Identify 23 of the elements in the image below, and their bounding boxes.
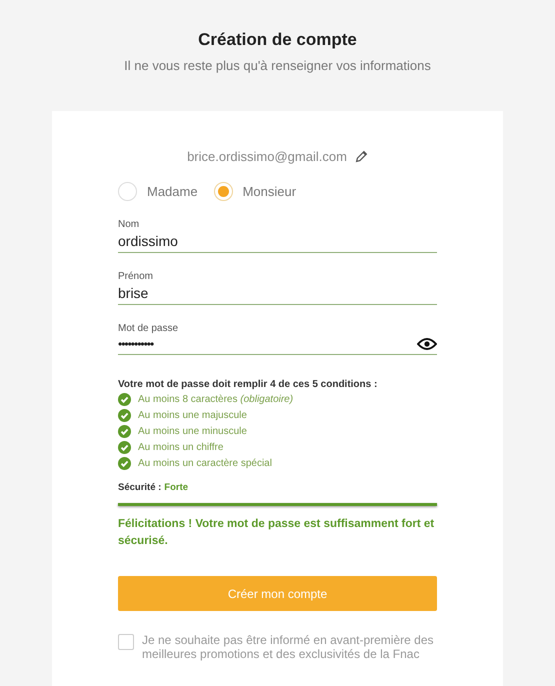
rule-text: Au moins une minuscule	[138, 426, 247, 437]
eye-icon[interactable]	[417, 337, 437, 351]
rule-text: Au moins 8 caractères (obligatoire)	[138, 394, 294, 405]
page-subtitle: Il ne vous reste plus qu'à renseigner vos informations	[124, 58, 431, 73]
edit-icon[interactable]	[354, 150, 368, 163]
input-field[interactable]: Mot de passe •••••••••••	[118, 323, 437, 355]
security-label: Sécurité :	[118, 482, 162, 493]
security-value: Forte	[164, 482, 188, 493]
checkbox[interactable]	[118, 634, 134, 650]
radio-label: Monsieur	[242, 184, 296, 199]
input-field[interactable]: Prénom brise	[118, 271, 437, 305]
radio-label: Madame	[147, 184, 198, 199]
success-message: Félicitations ! Votre mot de passe est suffisamment fort et sécurisé.	[118, 517, 436, 549]
email-text: brice.ordissimo@gmail.com	[187, 149, 347, 164]
optout-text: Je ne souhaite pas être informé en avant-première des meilleures promotions et des exclusivités de la Fnac	[142, 633, 434, 661]
rule-text: Au moins une majuscule	[138, 410, 247, 421]
rule-text: Au moins un caractère spécial	[138, 458, 272, 469]
radio-button[interactable]	[118, 182, 137, 201]
rules-title: Votre mot de passe doit remplir 4 de ces 5 conditions :	[118, 379, 378, 390]
rule-text: Au moins un chiffre	[138, 442, 224, 453]
page-title: Création de compte	[198, 30, 357, 50]
radio-button[interactable]	[214, 182, 233, 201]
input-field[interactable]: Nom ordissimo	[118, 219, 437, 253]
